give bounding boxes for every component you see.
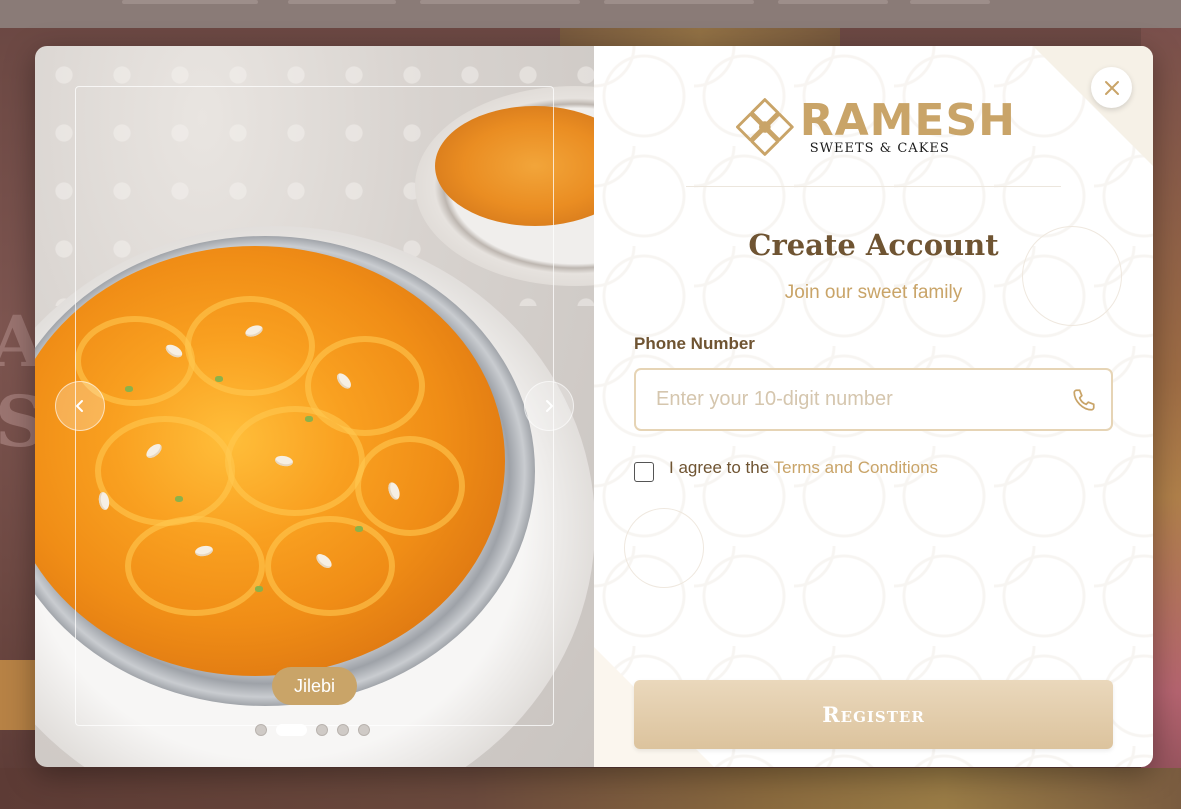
image-frame [75, 86, 554, 726]
agree-text: I agree to the Terms and Conditions [669, 458, 938, 478]
terms-checkbox[interactable] [634, 462, 654, 482]
carousel-caption: Jilebi [272, 667, 357, 705]
terms-link[interactable]: Terms and Conditions [774, 458, 938, 477]
corner-decoration [1033, 46, 1153, 166]
brand-logo: RAMESH SWEETS & CAKES [736, 84, 1016, 170]
form-subtitle: Join our sweet family [784, 282, 963, 303]
register-button[interactable]: Register [634, 680, 1113, 749]
carousel-dot[interactable] [337, 724, 349, 736]
carousel-next-button[interactable] [524, 381, 574, 431]
chevron-left-icon [76, 400, 83, 412]
close-icon [1104, 80, 1119, 95]
phone-label: Phone Number [634, 334, 755, 353]
register-form-panel: RAMESH SWEETS & CAKES Create Account Joi… [594, 46, 1153, 767]
brand-name: RAMESH [799, 94, 1016, 146]
divider [686, 186, 1061, 187]
phone-field[interactable] [634, 368, 1113, 431]
close-button[interactable] [1091, 67, 1132, 108]
carousel-dot-active[interactable] [276, 724, 307, 736]
phone-input[interactable] [656, 370, 1056, 429]
carousel-prev-button[interactable] [55, 381, 105, 431]
carousel-dot[interactable] [255, 724, 267, 736]
agree-label: I agree to the [669, 458, 774, 477]
form-title: Create Account [748, 228, 999, 262]
lotus-logo-icon [736, 98, 794, 156]
carousel-dot[interactable] [316, 724, 328, 736]
register-modal: Jilebi RAMESH SWEETS & CAKES Create Acco… [35, 46, 1153, 767]
background-navbar [0, 0, 1181, 28]
carousel-indicators [255, 724, 370, 736]
product-carousel: Jilebi [35, 46, 594, 767]
carousel-dot[interactable] [358, 724, 370, 736]
chevron-right-icon [546, 400, 553, 412]
terms-agreement: I agree to the Terms and Conditions [634, 454, 938, 482]
phone-icon [1073, 389, 1095, 411]
